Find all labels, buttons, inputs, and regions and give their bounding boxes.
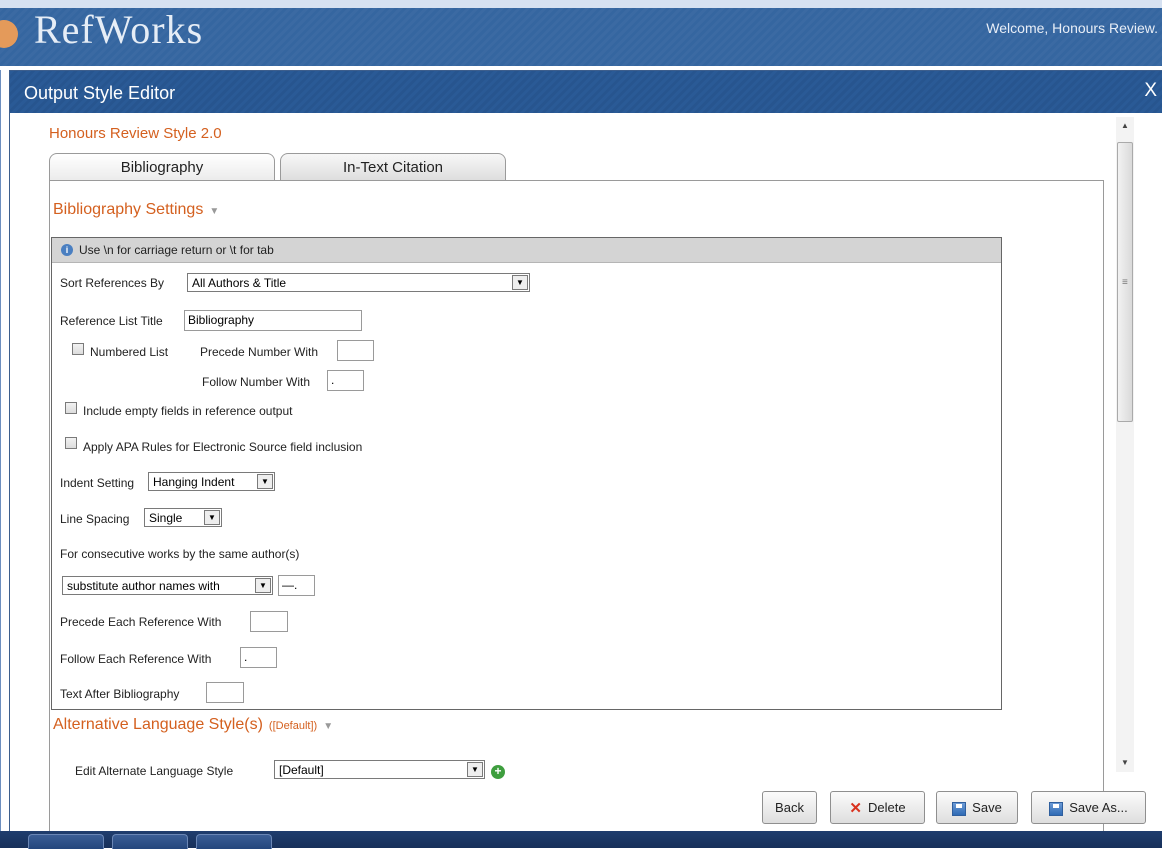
tab-bibliography[interactable]: Bibliography bbox=[49, 153, 275, 182]
taskbar-app-button[interactable] bbox=[28, 834, 104, 849]
consecutive-works-label: For consecutive works by the same author… bbox=[60, 547, 300, 561]
save-as-button[interactable]: Save As... bbox=[1031, 791, 1146, 824]
welcome-message: Welcome, Honours Review. bbox=[986, 20, 1158, 36]
output-style-editor-dialog: Output Style Editor X Honours Review Sty… bbox=[9, 70, 1162, 841]
default-tag: ([Default]) bbox=[268, 720, 318, 732]
alternative-language-label: Alternative Language Style(s) bbox=[53, 716, 263, 733]
taskbar-app-button[interactable] bbox=[196, 834, 272, 849]
scroll-up-arrow-icon[interactable]: ▲ bbox=[1116, 117, 1134, 134]
scroll-down-arrow-icon[interactable]: ▼ bbox=[1116, 754, 1134, 771]
bibliography-settings-label: Bibliography Settings bbox=[53, 201, 204, 218]
consecutive-works-value: substitute author names with bbox=[67, 579, 220, 593]
chevron-down-icon[interactable]: ▼ bbox=[255, 578, 271, 593]
text-after-bibliography-input[interactable] bbox=[206, 682, 244, 703]
sort-references-select[interactable]: All Authors & Title ▼ bbox=[187, 273, 530, 292]
bibliography-settings-panel: i Use \n for carriage return or \t for t… bbox=[51, 237, 1002, 710]
include-empty-fields-label: Include empty fields in reference output bbox=[83, 404, 293, 418]
taskbar bbox=[0, 831, 1162, 849]
collapse-triangle-icon: ▼ bbox=[323, 721, 334, 732]
save-as-button-label: Save As... bbox=[1069, 800, 1128, 815]
indent-setting-label: Indent Setting bbox=[60, 476, 135, 490]
app-logo: RefWorks bbox=[34, 7, 204, 52]
save-disk-icon bbox=[952, 801, 967, 816]
reference-list-title-input[interactable]: Bibliography bbox=[184, 310, 362, 331]
substitute-author-input[interactable]: —. bbox=[278, 575, 315, 596]
follow-each-reference-label: Follow Each Reference With bbox=[60, 652, 212, 666]
style-name: Honours Review Style 2.0 bbox=[49, 125, 222, 142]
info-text: Use \n for carriage return or \t for tab bbox=[79, 243, 274, 257]
text-after-bibliography-label: Text After Bibliography bbox=[60, 687, 180, 701]
save-button[interactable]: Save bbox=[936, 791, 1018, 824]
refworks-logo-icon bbox=[0, 20, 18, 48]
chevron-down-icon[interactable]: ▼ bbox=[512, 275, 528, 290]
chevron-down-icon[interactable]: ▼ bbox=[467, 762, 483, 777]
reference-list-title-label: Reference List Title bbox=[60, 314, 163, 328]
info-icon: i bbox=[61, 244, 73, 256]
dialog-header: Output Style Editor X bbox=[10, 71, 1162, 113]
follow-number-input[interactable]: . bbox=[327, 370, 364, 391]
alternate-language-select[interactable]: [Default] ▼ bbox=[274, 760, 485, 779]
edit-alternate-language-label: Edit Alternate Language Style bbox=[75, 764, 234, 778]
taskbar-word-button[interactable] bbox=[112, 834, 188, 849]
line-spacing-select[interactable]: Single ▼ bbox=[144, 508, 222, 527]
save-as-disk-icon bbox=[1049, 801, 1064, 816]
close-button[interactable]: X bbox=[1144, 80, 1157, 102]
chevron-down-icon[interactable]: ▼ bbox=[257, 474, 273, 489]
indent-setting-select[interactable]: Hanging Indent ▼ bbox=[148, 472, 275, 491]
info-bar: i Use \n for carriage return or \t for t… bbox=[52, 238, 1001, 263]
precede-each-reference-input[interactable] bbox=[250, 611, 288, 632]
apa-rules-label: Apply APA Rules for Electronic Source fi… bbox=[83, 440, 363, 454]
vertical-scrollbar[interactable]: ▲ ≡ ▼ bbox=[1116, 117, 1134, 772]
numbered-list-checkbox[interactable] bbox=[72, 343, 84, 355]
back-button[interactable]: Back bbox=[762, 791, 817, 824]
bibliography-settings-heading[interactable]: Bibliography Settings ▼ bbox=[53, 201, 219, 219]
save-button-label: Save bbox=[972, 800, 1002, 815]
consecutive-works-select[interactable]: substitute author names with ▼ bbox=[62, 576, 273, 595]
delete-button-label: Delete bbox=[868, 800, 906, 815]
alternate-language-value: [Default] bbox=[279, 763, 324, 777]
sort-references-value: All Authors & Title bbox=[192, 276, 287, 290]
numbered-list-label: Numbered List bbox=[90, 345, 169, 359]
delete-x-icon: ✕ bbox=[849, 800, 862, 818]
chevron-down-icon[interactable]: ▼ bbox=[204, 510, 220, 525]
dialog-title: Output Style Editor bbox=[24, 83, 176, 103]
follow-number-label: Follow Number With bbox=[202, 375, 311, 389]
line-spacing-value: Single bbox=[149, 511, 183, 525]
app-banner: RefWorks Welcome, Honours Review. bbox=[0, 7, 1162, 66]
line-spacing-label: Line Spacing bbox=[60, 512, 130, 526]
precede-number-label: Precede Number With bbox=[200, 345, 319, 359]
indent-setting-value: Hanging Indent bbox=[153, 475, 235, 489]
window-left-border bbox=[0, 70, 1, 831]
delete-button[interactable]: ✕ Delete bbox=[830, 791, 925, 824]
collapse-triangle-icon: ▼ bbox=[209, 206, 220, 217]
sort-references-label: Sort References By bbox=[60, 276, 165, 290]
precede-number-input[interactable] bbox=[337, 340, 374, 361]
alternative-language-heading[interactable]: Alternative Language Style(s) ([Default])… bbox=[53, 716, 333, 734]
scroll-grip-icon: ≡ bbox=[1122, 277, 1128, 288]
add-icon[interactable]: + bbox=[491, 765, 505, 779]
apa-rules-checkbox[interactable] bbox=[65, 437, 77, 449]
tab-in-text-citation[interactable]: In-Text Citation bbox=[280, 153, 506, 182]
precede-each-reference-label: Precede Each Reference With bbox=[60, 615, 222, 629]
include-empty-fields-checkbox[interactable] bbox=[65, 402, 77, 414]
follow-each-reference-input[interactable]: . bbox=[240, 647, 277, 668]
scroll-thumb[interactable]: ≡ bbox=[1117, 142, 1133, 422]
